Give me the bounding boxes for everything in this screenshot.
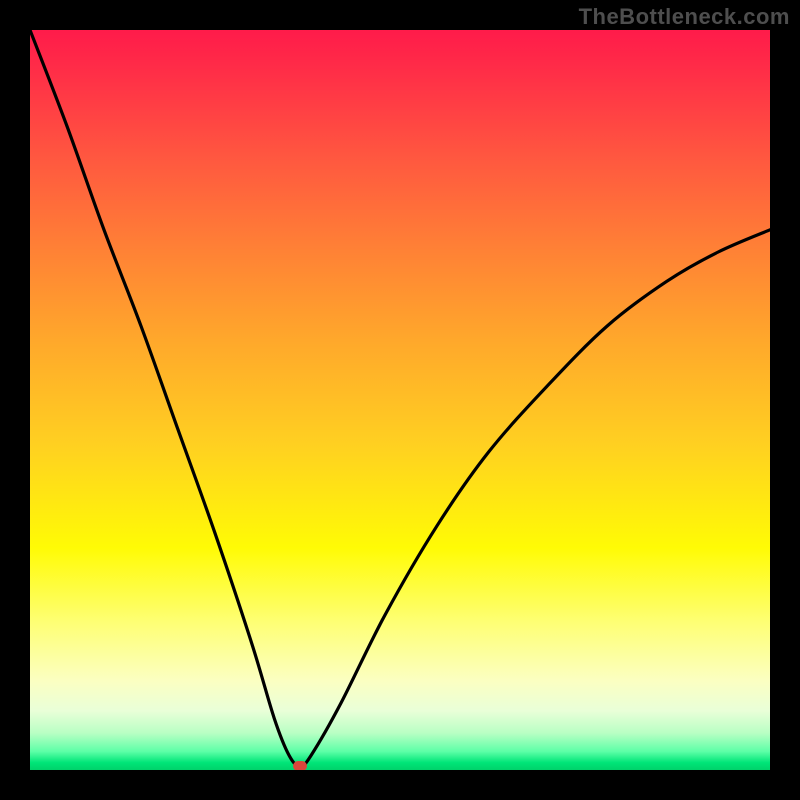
- plot-area: [30, 30, 770, 770]
- bottleneck-curve: [30, 30, 770, 766]
- optimal-marker: [293, 761, 307, 770]
- chart-frame: TheBottleneck.com: [0, 0, 800, 800]
- watermark-text: TheBottleneck.com: [579, 4, 790, 30]
- curve-svg: [30, 30, 770, 770]
